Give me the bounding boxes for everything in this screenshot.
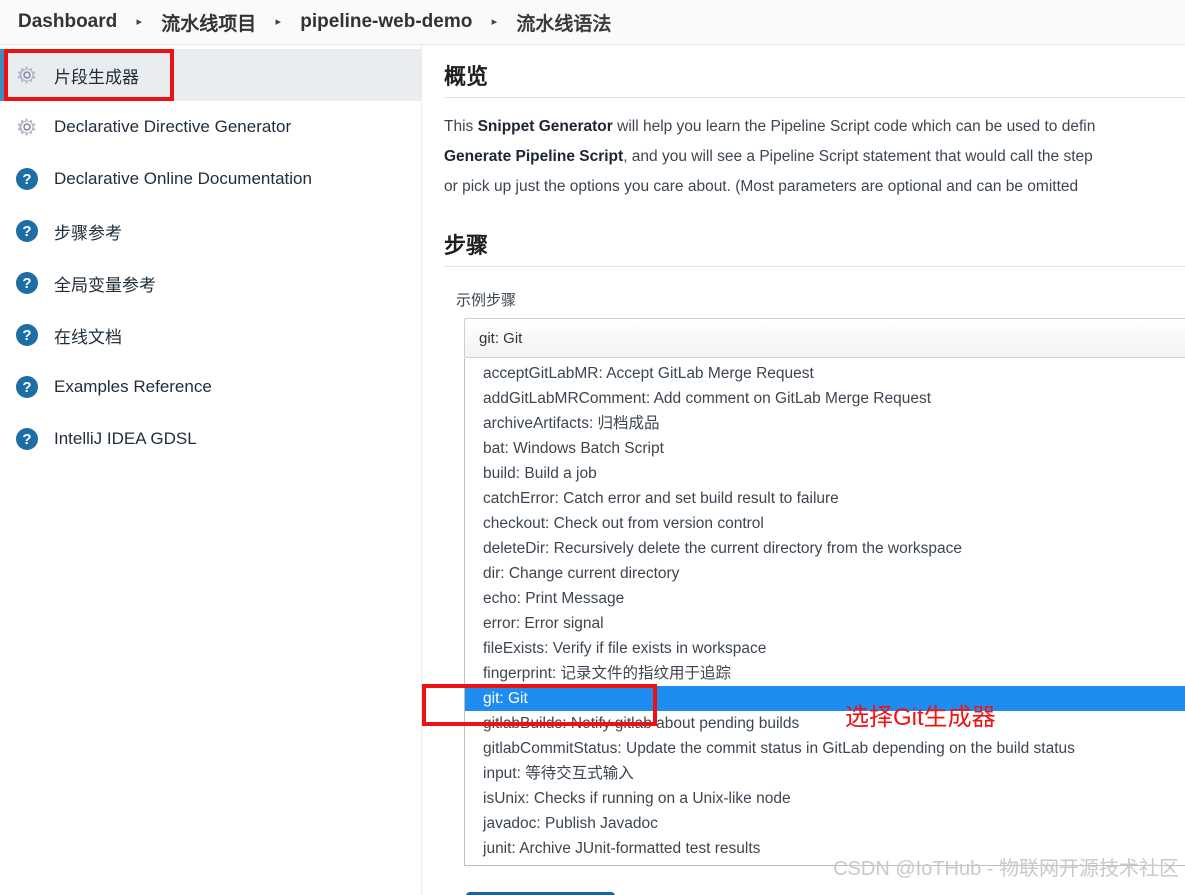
list-item[interactable]: gitlabCommitStatus: Update the commit st… (465, 736, 1185, 761)
chevron-right-icon: ▸ (136, 15, 143, 28)
list-item[interactable]: error: Error signal (465, 611, 1185, 636)
list-item[interactable]: fileExists: Verify if file exists in wor… (465, 636, 1185, 661)
overview-paragraph-line3: or pick up just the options you care abo… (444, 178, 1079, 195)
list-item[interactable]: build: Build a job (465, 461, 1185, 486)
sidebar-item-examples-reference[interactable]: ? Examples Reference (0, 361, 421, 413)
sidebar-item-label: Examples Reference (54, 377, 212, 396)
steps-heading: 步骤 (444, 233, 489, 258)
list-item[interactable]: javadoc: Publish Javadoc (465, 811, 1185, 836)
list-item[interactable]: deleteDir: Recursively delete the curren… (465, 536, 1185, 561)
overview-bold-snippet-generator: Snippet Generator (477, 118, 613, 135)
annotation-label-select-git-generator: 选择Git生成器 (845, 704, 996, 731)
divider (444, 266, 1185, 267)
overview-text-c2: , and you will see a Pipeline Script sta… (623, 148, 1093, 165)
overview-text-c: will help you learn the Pipeline Script … (612, 118, 1096, 135)
sample-step-select[interactable]: git: Git (464, 318, 1185, 358)
list-item[interactable]: gitlabBuilds: Notify gitlab about pendin… (465, 711, 1185, 736)
list-item[interactable]: input: 等待交互式输入 (465, 761, 1185, 786)
sidebar-item-label: IntelliJ IDEA GDSL (54, 429, 197, 448)
sidebar-item-declarative-online-documentation[interactable]: ? Declarative Online Documentation (0, 153, 421, 205)
sidebar-item-label: 全局变量参考 (54, 275, 156, 295)
help-icon: ? (14, 374, 40, 400)
sample-step-selected-value: git: Git (479, 329, 523, 347)
breadcrumb-item-dashboard[interactable]: Dashboard (18, 11, 117, 33)
overview-paragraph-line2: Generate Pipeline Script, and you will s… (444, 142, 1185, 172)
sample-step-option-list[interactable]: acceptGitLabMR: Accept GitLab Merge Requ… (464, 358, 1185, 866)
list-item[interactable]: echo: Print Message (465, 586, 1185, 611)
sidebar-item-snippet-generator[interactable]: 片段生成器 (0, 49, 421, 101)
gear-icon (14, 114, 40, 140)
list-item[interactable]: bat: Windows Batch Script (465, 436, 1185, 461)
sidebar-item-intellij-idea-gdsl[interactable]: ? IntelliJ IDEA GDSL (0, 413, 421, 465)
gear-icon (14, 62, 40, 88)
chevron-right-icon: ▸ (491, 15, 498, 28)
overview-bold-generate-pipeline-script: Generate Pipeline Script (444, 148, 624, 165)
list-item[interactable]: addGitLabMRComment: Add comment on GitLa… (465, 386, 1185, 411)
main-content: 概览 This Snippet Generator will help you … (422, 45, 1185, 895)
help-icon: ? (14, 322, 40, 348)
list-item[interactable]: fingerprint: 记录文件的指纹用于追踪 (465, 661, 1185, 686)
sidebar-item-global-variable-reference[interactable]: ? 全局变量参考 (0, 257, 421, 309)
sample-step-label: 示例步骤 (456, 292, 517, 309)
breadcrumb-item-pipeline-syntax: 流水线语法 (516, 13, 612, 35)
overview-text-a: This (444, 118, 478, 135)
help-icon: ? (14, 270, 40, 296)
sidebar-item-label: 片段生成器 (54, 67, 139, 87)
help-icon: ? (14, 218, 40, 244)
sidebar-item-label: 在线文档 (54, 327, 122, 347)
help-icon: ? (14, 426, 40, 452)
breadcrumb: Dashboard ▸ 流水线项目 ▸ pipeline-web-demo ▸ … (0, 0, 1185, 45)
sidebar: 片段生成器 Declarative Directive Generator ? … (0, 45, 422, 895)
sidebar-item-steps-reference[interactable]: ? 步骤参考 (0, 205, 421, 257)
list-item[interactable]: archiveArtifacts: 归档成品 (465, 411, 1185, 436)
sidebar-item-online-documentation[interactable]: ? 在线文档 (0, 309, 421, 361)
watermark: CSDN @IoTHub - 物联网开源技术社区 (833, 858, 1179, 880)
sidebar-item-declarative-directive-generator[interactable]: Declarative Directive Generator (0, 101, 421, 153)
breadcrumb-item-pipeline-project[interactable]: 流水线项目 (161, 9, 256, 36)
list-item[interactable]: dir: Change current directory (465, 561, 1185, 586)
overview-heading: 概览 (444, 64, 489, 89)
overview-paragraph-line1: This Snippet Generator will help you lea… (444, 112, 1185, 142)
help-icon: ? (14, 166, 40, 192)
sidebar-item-label: Declarative Online Documentation (54, 169, 312, 188)
list-item[interactable]: checkout: Check out from version control (465, 511, 1185, 536)
list-item[interactable]: catchError: Catch error and set build re… (465, 486, 1185, 511)
list-item[interactable]: git: Git (465, 686, 1185, 711)
sidebar-item-label: Declarative Directive Generator (54, 117, 292, 136)
chevron-right-icon: ▸ (275, 15, 282, 28)
breadcrumb-item-pipeline-web-demo[interactable]: pipeline-web-demo (300, 11, 472, 33)
divider (444, 97, 1185, 98)
list-item[interactable]: isUnix: Checks if running on a Unix-like… (465, 786, 1185, 811)
list-item[interactable]: acceptGitLabMR: Accept GitLab Merge Requ… (465, 361, 1185, 386)
sidebar-item-label: 步骤参考 (54, 223, 122, 243)
